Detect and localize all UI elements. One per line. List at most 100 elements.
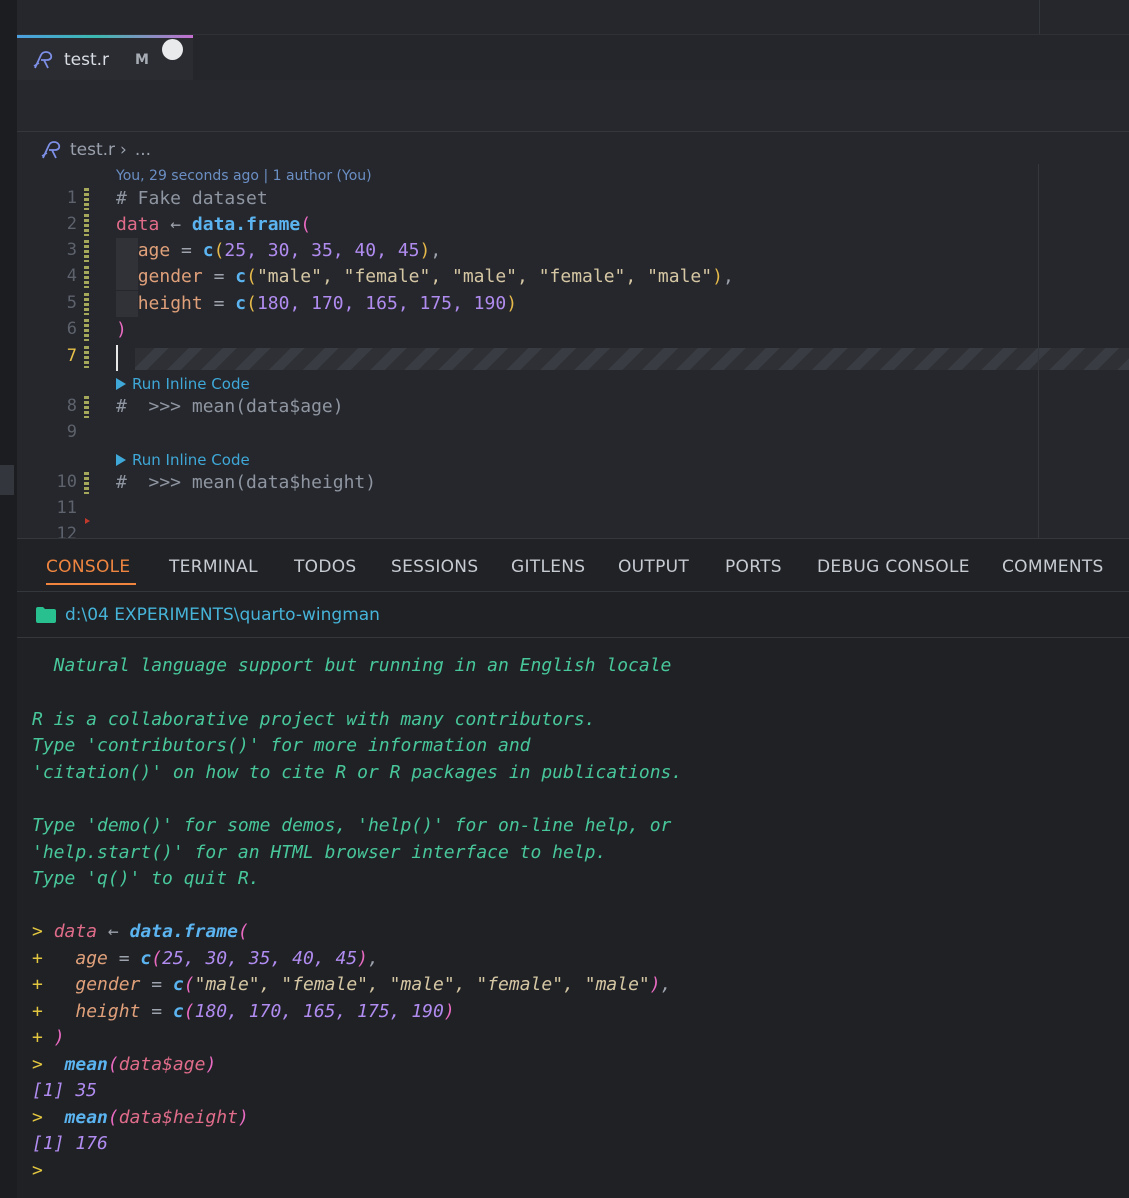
breadcrumb-file[interactable]: test.r xyxy=(70,140,115,160)
panel-resize-marker[interactable] xyxy=(0,465,14,495)
line-number: 5 xyxy=(66,293,77,313)
code-token: 180, 170, 165, 175, 190 xyxy=(194,1001,444,1022)
tab-sessions[interactable]: SESSIONS xyxy=(391,557,478,577)
tab-todos[interactable]: TODOS xyxy=(294,557,357,577)
tab-terminal[interactable]: TERMINAL xyxy=(169,557,258,577)
folder-icon xyxy=(36,607,56,623)
code-token: "male", "female", "male", "female", "mal… xyxy=(194,974,650,995)
play-icon xyxy=(116,454,126,466)
editor-tab-test-r[interactable]: test.r M xyxy=(17,35,193,81)
fold-arrow-icon[interactable] xyxy=(85,518,90,524)
code-token: data xyxy=(53,921,98,942)
console-continuation: + xyxy=(32,1027,43,1048)
console-continuation: + xyxy=(32,1001,43,1022)
r-file-icon xyxy=(41,141,61,159)
console-input-line: + height = c(180, 170, 165, 175, 190) xyxy=(32,1001,455,1022)
tab-console[interactable]: CONSOLE xyxy=(46,557,130,577)
tab-active-indicator xyxy=(17,35,193,38)
working-directory-path[interactable]: d:\04 EXPERIMENTS\quarto-wingman xyxy=(65,605,380,625)
code-token: data.frame xyxy=(191,214,301,235)
minimap-divider xyxy=(1038,164,1039,538)
git-blame-annotation[interactable]: You, 29 seconds ago | 1 author (You) xyxy=(116,168,372,184)
line-number: 12 xyxy=(56,524,77,538)
r-console[interactable]: Natural language support but running in … xyxy=(17,638,1129,1198)
git-modified-marker[interactable] xyxy=(84,472,89,494)
git-modified-marker[interactable] xyxy=(84,214,89,236)
code-line-1[interactable]: # Fake dataset xyxy=(116,186,268,212)
line-number: 8 xyxy=(66,396,77,416)
panel-tab-bar: CONSOLE TERMINAL TODOS SESSIONS GITLENS … xyxy=(17,538,1129,592)
git-modified-marker[interactable] xyxy=(84,293,89,315)
tab-gitlens[interactable]: GITLENS xyxy=(511,557,585,577)
console-message: Type 'demo()' for some demos, 'help()' f… xyxy=(32,815,672,836)
console-output: [1] 35 xyxy=(32,1080,98,1101)
title-strip xyxy=(17,0,1129,34)
current-line-highlight xyxy=(135,348,1129,370)
code-line-3[interactable]: age = c(25, 30, 35, 40, 45), xyxy=(116,238,442,264)
code-line-2[interactable]: data ← data.frame( xyxy=(116,212,311,238)
code-line-10[interactable]: # >>> mean(data$height) xyxy=(116,470,376,496)
editor-tab-bar: test.r M xyxy=(17,34,1129,81)
line-number: 6 xyxy=(66,319,77,339)
code-line-5[interactable]: height = c(180, 170, 165, 175, 190) xyxy=(116,291,517,317)
code-token: 25, 30, 35, 40, 45 xyxy=(224,240,420,261)
code-token: "male", "female", "male", "female", "mal… xyxy=(256,266,713,287)
tab-comments[interactable]: COMMENTS xyxy=(1002,557,1104,577)
console-prompt: > xyxy=(32,921,43,942)
run-inline-code-button[interactable]: Run Inline Code xyxy=(116,451,250,469)
git-modified-marker[interactable] xyxy=(84,188,89,210)
git-modified-marker[interactable] xyxy=(84,266,89,288)
code-editor[interactable]: test.r › ... You, 29 seconds ago | 1 aut… xyxy=(17,132,1129,538)
line-number-active: 7 xyxy=(66,346,77,366)
console-message: R is a collaborative project with many c… xyxy=(32,709,596,730)
breadcrumb[interactable]: test.r › ... xyxy=(40,138,151,162)
line-number: 3 xyxy=(66,240,77,260)
title-strip-divider xyxy=(1039,0,1040,34)
run-inline-code-button[interactable]: Run Inline Code xyxy=(116,375,250,393)
assign-operator: ← xyxy=(107,921,119,942)
line-number: 4 xyxy=(66,266,77,286)
console-message: 'citation()' on how to cite R or R packa… xyxy=(32,762,683,783)
line-number: 1 xyxy=(66,188,77,208)
console-prompt: > xyxy=(32,1107,43,1128)
tab-output[interactable]: OUTPUT xyxy=(618,557,689,577)
code-token: data xyxy=(116,214,160,235)
working-directory-bar: d:\04 EXPERIMENTS\quarto-wingman xyxy=(17,592,1129,638)
code-token: 180, 170, 165, 175, 190 xyxy=(256,293,507,314)
console-continuation: + xyxy=(32,974,43,995)
console-input-line: + ) xyxy=(32,1027,65,1048)
line-number: 9 xyxy=(66,422,77,442)
text-cursor xyxy=(116,345,118,371)
editor-toolbar-area xyxy=(17,80,1129,132)
modified-badge: M xyxy=(135,52,149,68)
activity-bar-edge xyxy=(0,0,17,1198)
git-modified-marker[interactable] xyxy=(84,346,89,368)
r-file-icon xyxy=(33,51,53,69)
console-input-line: + age = c(25, 30, 35, 40, 45), xyxy=(32,948,379,969)
console-input-line: > mean(data$age) xyxy=(32,1054,217,1075)
console-message: Type 'q()' to quit R. xyxy=(32,868,260,889)
git-modified-marker[interactable] xyxy=(84,240,89,262)
code-line-8[interactable]: # >>> mean(data$age) xyxy=(116,394,344,420)
tab-ports[interactable]: PORTS xyxy=(725,557,782,577)
code-token: height xyxy=(75,1001,141,1022)
code-token: 25, 30, 35, 40, 45 xyxy=(162,948,358,969)
line-number: 10 xyxy=(56,472,77,492)
code-token: data.frame xyxy=(129,921,238,942)
tab-debug-console[interactable]: DEBUG CONSOLE xyxy=(817,557,970,577)
codelens-label: Run Inline Code xyxy=(132,451,250,469)
code-line-4[interactable]: gender = c("male", "female", "male", "fe… xyxy=(116,264,734,290)
tab-title: test.r xyxy=(64,50,110,70)
breadcrumb-symbols[interactable]: ... xyxy=(135,140,151,160)
active-tab-underline xyxy=(46,583,136,585)
console-prompt: > xyxy=(32,1054,43,1075)
code-token: gender xyxy=(75,974,141,995)
unsaved-dot-icon[interactable] xyxy=(162,39,183,60)
codelens-label: Run Inline Code xyxy=(132,375,250,393)
code-token: gender xyxy=(137,266,203,287)
code-line-6[interactable]: ) xyxy=(116,317,127,343)
git-modified-marker[interactable] xyxy=(84,396,89,418)
git-modified-marker[interactable] xyxy=(84,319,89,341)
console-active-prompt[interactable]: > xyxy=(32,1160,43,1181)
console-input-line: > mean(data$height) xyxy=(32,1107,249,1128)
